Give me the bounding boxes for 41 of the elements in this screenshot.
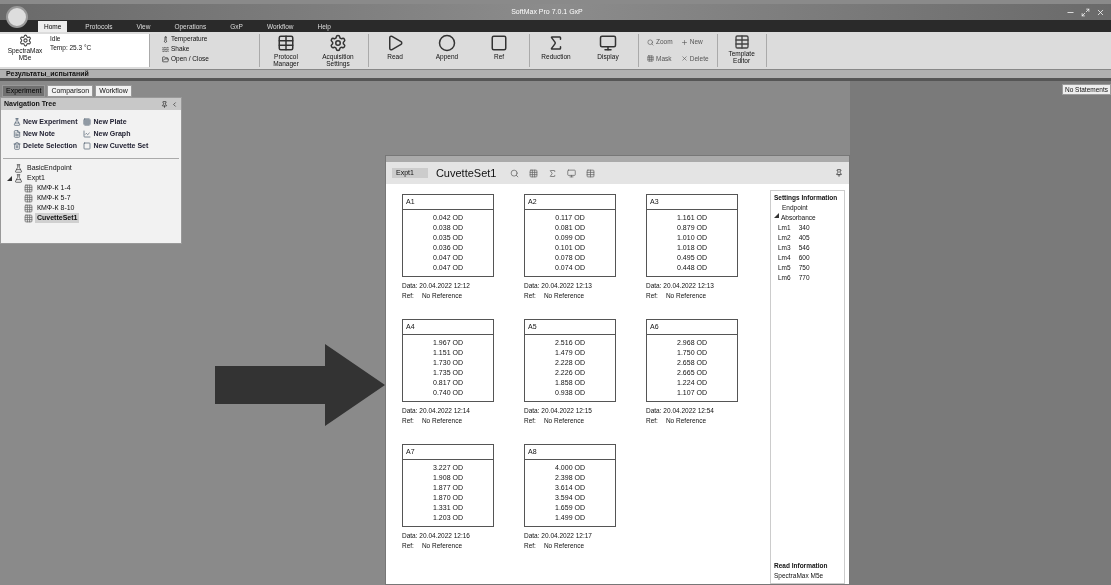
action-icon xyxy=(83,118,92,126)
ribbon-icon xyxy=(162,35,169,43)
ribbon-icon xyxy=(162,55,169,63)
action-icon xyxy=(13,130,21,138)
graph-icon xyxy=(647,55,654,63)
circle-icon xyxy=(438,34,456,52)
action-icon xyxy=(83,142,92,150)
zoom-icon[interactable] xyxy=(510,168,520,178)
graph-icon xyxy=(680,55,688,63)
gear-icon xyxy=(329,34,347,52)
plate-icon xyxy=(24,183,33,193)
plate-icon xyxy=(24,203,33,213)
instrument-icon xyxy=(18,34,32,47)
cuvette-icon xyxy=(490,34,508,52)
table-icon[interactable] xyxy=(586,168,596,178)
grid-icon[interactable] xyxy=(529,168,539,178)
ribbon-icon xyxy=(162,45,169,53)
template-icon xyxy=(733,34,750,50)
plate-icon xyxy=(24,193,33,203)
manager-icon xyxy=(277,34,295,52)
monitor-icon xyxy=(599,34,617,52)
close-icon[interactable] xyxy=(1096,7,1105,17)
action-icon xyxy=(13,142,21,150)
maximize-icon[interactable] xyxy=(1081,7,1090,17)
sigma-icon[interactable] xyxy=(548,168,558,178)
pin-icon[interactable] xyxy=(835,169,843,177)
plate-icon xyxy=(24,213,33,223)
expand-arrow-icon[interactable] xyxy=(7,175,12,181)
collapse-icon[interactable] xyxy=(171,100,178,108)
document-title: CuvetteSet1 xyxy=(435,165,497,181)
app-button[interactable] xyxy=(6,6,28,28)
flask-icon xyxy=(14,173,23,183)
flask-icon xyxy=(14,163,23,173)
pin-icon[interactable] xyxy=(161,100,168,108)
action-icon xyxy=(83,130,92,138)
expand-arrow-icon[interactable] xyxy=(774,213,779,218)
action-icon xyxy=(13,118,21,126)
monitor-icon[interactable] xyxy=(567,168,577,178)
play-icon xyxy=(386,34,404,52)
graph-icon xyxy=(680,38,688,46)
graph-icon xyxy=(647,38,654,46)
